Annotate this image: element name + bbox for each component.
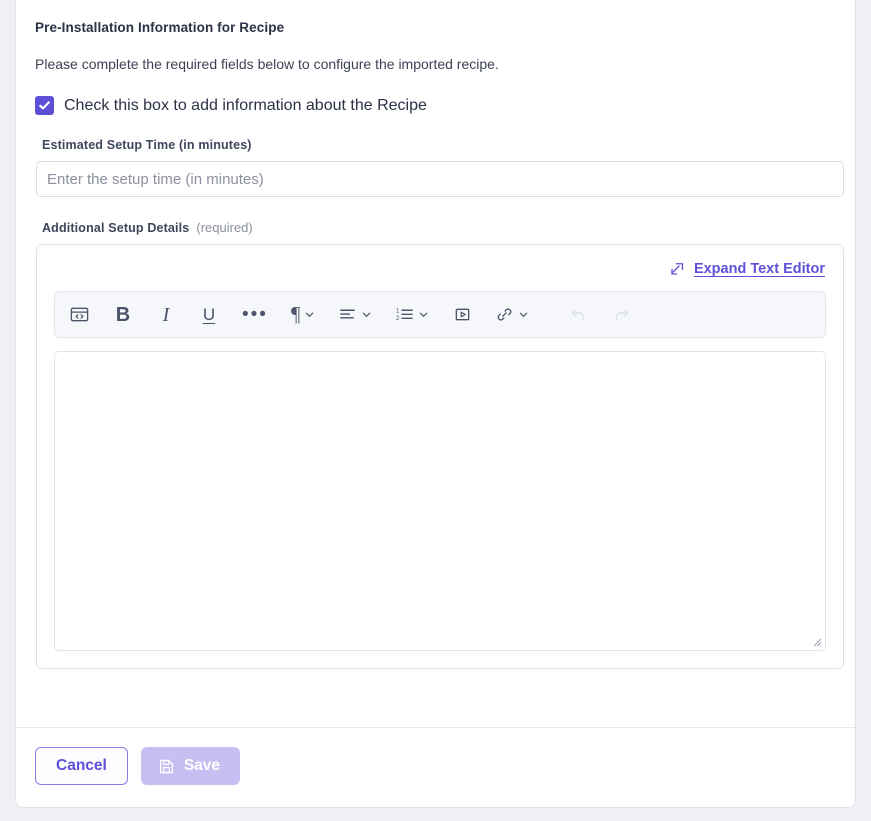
underline-icon: U: [202, 305, 216, 324]
page-description: Please complete the required fields belo…: [35, 56, 499, 72]
numbered-list-icon: 1 2: [396, 308, 414, 322]
setup-time-label-row: Estimated Setup Time (in minutes): [42, 138, 835, 152]
editor-toolbar: B I U ••• ¶ 1 2: [54, 291, 826, 338]
add-recipe-info-checkbox-label: Check this box to add information about …: [64, 96, 427, 114]
italic-icon: I: [162, 303, 170, 326]
page-title: Pre-Installation Information for Recipe: [35, 20, 285, 35]
setup-time-label: Estimated Setup Time (in minutes): [42, 138, 252, 152]
paragraph-icon: ¶: [290, 302, 301, 326]
undo-button[interactable]: [562, 299, 594, 331]
underline-icon-button[interactable]: U: [193, 299, 225, 331]
add-recipe-info-checkbox-row[interactable]: Check this box to add information about …: [35, 96, 427, 115]
insert-media-button[interactable]: [446, 299, 478, 331]
chevron-down-icon: [363, 312, 371, 317]
chevron-down-icon: [520, 312, 528, 317]
bold-icon: B: [115, 303, 131, 326]
expand-text-editor-label: Expand Text Editor: [693, 261, 825, 277]
save-button[interactable]: Save: [140, 747, 241, 785]
cancel-button[interactable]: Cancel: [35, 747, 128, 785]
redo-button[interactable]: [605, 299, 637, 331]
check-icon: [39, 101, 50, 110]
resize-handle-icon[interactable]: [810, 635, 822, 647]
source-code-icon: [70, 307, 89, 322]
additional-details-field: Additional Setup Details (required) Expa…: [35, 220, 844, 669]
cancel-button-label: Cancel: [56, 757, 107, 774]
align-left-icon: [340, 309, 356, 319]
save-disk-icon: [159, 759, 173, 773]
more-options-icon: •••: [242, 304, 268, 325]
rich-text-editor: Expand Text Editor B I U ••• ¶ 1 2: [36, 244, 844, 669]
setup-time-field: Estimated Setup Time (in minutes): [35, 138, 844, 197]
link-icon: [498, 308, 512, 321]
expand-editor-row: Expand Text Editor: [54, 255, 826, 283]
bold-icon-button[interactable]: B: [107, 299, 139, 331]
undo-icon: [571, 309, 585, 321]
add-recipe-info-checkbox[interactable]: [35, 96, 54, 115]
link-button[interactable]: [489, 299, 535, 331]
additional-details-label: Additional Setup Details: [42, 221, 190, 235]
expand-text-editor-link[interactable]: Expand Text Editor: [670, 261, 825, 277]
numbered-list-button[interactable]: 1 2: [389, 299, 435, 331]
additional-details-label-row: Additional Setup Details (required): [42, 220, 835, 235]
rich-text-content-area[interactable]: [54, 351, 826, 651]
redo-icon: [615, 309, 629, 321]
chevron-down-icon: [306, 312, 314, 317]
insert-media-icon: [455, 308, 470, 321]
chevron-down-icon: [420, 312, 428, 317]
italic-icon-button[interactable]: I: [150, 299, 182, 331]
form-footer: Cancel Save: [16, 727, 855, 807]
pre-installation-form-card: Pre-Installation Information for Recipe …: [15, 0, 856, 808]
svg-text:1: 1: [396, 308, 400, 315]
additional-details-required-note: (required): [196, 220, 253, 235]
save-button-label: Save: [183, 757, 221, 774]
expand-arrow-icon: [671, 262, 684, 275]
source-code-icon-button[interactable]: [63, 299, 96, 331]
align-left-button[interactable]: [332, 299, 378, 331]
paragraph-style-button[interactable]: ¶: [285, 299, 322, 331]
svg-text:2: 2: [396, 315, 400, 322]
form-body: Pre-Installation Information for Recipe …: [16, 0, 855, 727]
setup-time-input[interactable]: [36, 161, 844, 197]
more-options-icon-button[interactable]: •••: [236, 299, 274, 331]
